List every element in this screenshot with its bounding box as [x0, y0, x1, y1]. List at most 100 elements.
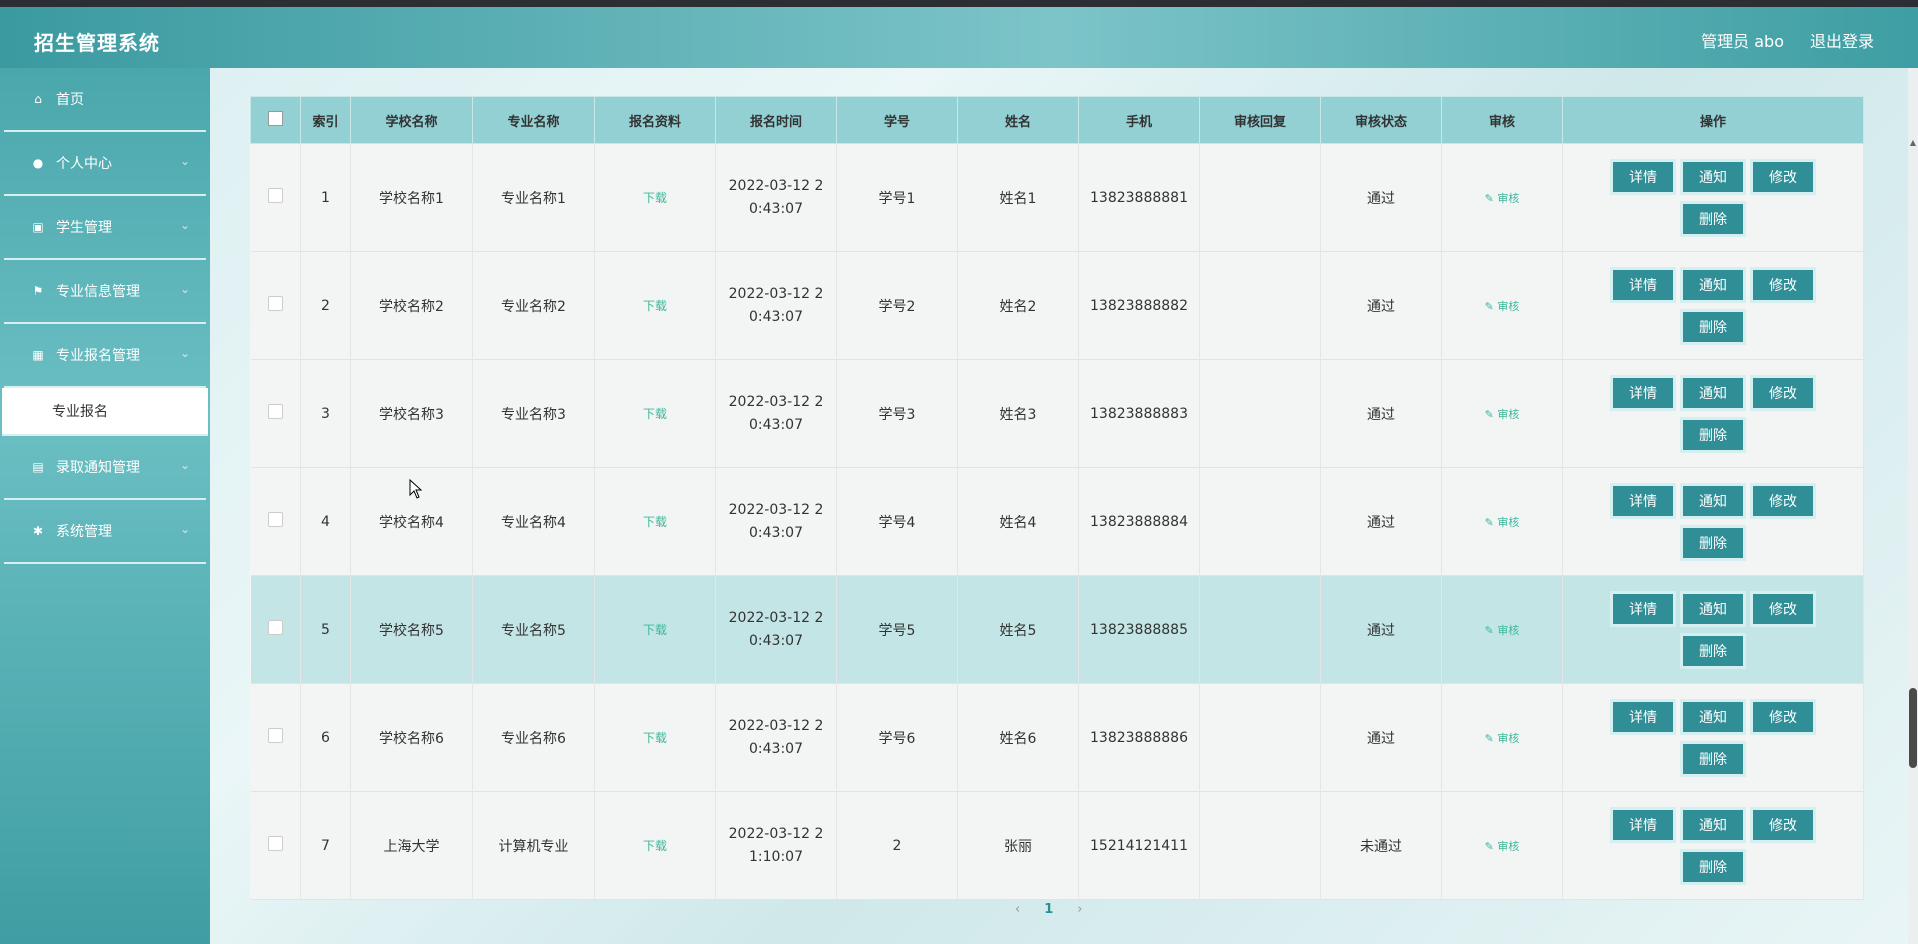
- scroll-up-icon[interactable]: ▲: [1909, 138, 1917, 148]
- student-id-cell: 学号1: [836, 143, 958, 252]
- review-link[interactable]: ✎ 审核: [1485, 408, 1520, 421]
- row-checkbox[interactable]: [267, 728, 283, 743]
- table-row[interactable]: 6 学校名称6 专业名称6 下载 2022-03-12 2 0:43:07 学号6 姓名6 13…: [250, 683, 1864, 792]
- review-link[interactable]: ✎ 审核: [1485, 840, 1520, 853]
- review-link[interactable]: ✎ 审核: [1485, 192, 1520, 205]
- sidebar-item-profile[interactable]: ● 个人中心 ⌄: [4, 132, 206, 196]
- select-all-header: [250, 96, 301, 144]
- time-line-1: 2022-03-12 2: [728, 285, 824, 302]
- edit-button[interactable]: 修改: [1753, 809, 1813, 840]
- page-number[interactable]: 1: [1044, 902, 1053, 917]
- sidebar-item-students[interactable]: ▣ 学生管理 ⌄: [4, 196, 206, 260]
- table-row[interactable]: 2 学校名称2 专业名称2 下载 2022-03-12 2 0:43:07 学号2 姓名2 13…: [250, 251, 1864, 360]
- scrollbar[interactable]: ▲: [1908, 68, 1918, 944]
- sidebar-item-label: 专业报名管理: [56, 348, 140, 364]
- review-link[interactable]: ✎ 审核: [1485, 516, 1520, 529]
- materials-cell: 下载: [594, 143, 716, 252]
- edit-button[interactable]: 修改: [1753, 161, 1813, 192]
- name-cell: 姓名3: [957, 359, 1079, 468]
- notify-button[interactable]: 通知: [1683, 701, 1743, 732]
- phone-cell: 13823888884: [1078, 467, 1200, 576]
- name-cell: 姓名4: [957, 467, 1079, 576]
- notify-button[interactable]: 通知: [1683, 485, 1743, 516]
- reply-cell: [1199, 575, 1321, 684]
- grid-icon: ▦: [32, 348, 44, 362]
- review-link[interactable]: ✎ 审核: [1485, 624, 1520, 637]
- sidebar-item-majors[interactable]: ⚑ 专业信息管理 ⌄: [4, 260, 206, 324]
- download-link[interactable]: 下载: [643, 731, 667, 745]
- download-link[interactable]: 下载: [643, 407, 667, 421]
- sidebar-item-enrollment[interactable]: ▦ 专业报名管理 ⌄: [4, 324, 206, 388]
- sidebar-item-label: 录取通知管理: [56, 460, 140, 476]
- phone-cell: 13823888882: [1078, 251, 1200, 360]
- next-page-button[interactable]: ›: [1077, 902, 1082, 917]
- detail-button[interactable]: 详情: [1613, 269, 1673, 300]
- download-link[interactable]: 下载: [643, 515, 667, 529]
- review-link[interactable]: ✎ 审核: [1485, 732, 1520, 745]
- download-link[interactable]: 下载: [643, 839, 667, 853]
- sidebar-item-label: 个人中心: [56, 156, 112, 172]
- detail-button[interactable]: 详情: [1613, 809, 1673, 840]
- table-row[interactable]: 5 学校名称5 专业名称5 下载 2022-03-12 2 0:43:07 学号5 姓名5 13…: [250, 575, 1864, 684]
- table-row[interactable]: 4 学校名称4 专业名称4 下载 2022-03-12 2 0:43:07 学号4 姓名4 13…: [250, 467, 1864, 576]
- detail-button[interactable]: 详情: [1613, 161, 1673, 192]
- detail-button[interactable]: 详情: [1613, 377, 1673, 408]
- row-checkbox[interactable]: [267, 836, 283, 851]
- row-checkbox[interactable]: [267, 620, 283, 635]
- edit-button[interactable]: 修改: [1753, 485, 1813, 516]
- edit-button[interactable]: 修改: [1753, 269, 1813, 300]
- scrollbar-thumb[interactable]: [1909, 688, 1917, 768]
- user-label: 管理员 abo: [1701, 32, 1784, 51]
- download-link[interactable]: 下载: [643, 191, 667, 205]
- row-checkbox[interactable]: [267, 188, 283, 203]
- logout-link[interactable]: 退出登录: [1810, 28, 1874, 52]
- table-row[interactable]: 7 上海大学 计算机专业 下载 2022-03-12 2 1:10:07 2 张丽 152141…: [250, 791, 1864, 900]
- notify-button[interactable]: 通知: [1683, 593, 1743, 624]
- notify-button[interactable]: 通知: [1683, 377, 1743, 408]
- edit-icon: ✎: [1484, 191, 1498, 205]
- delete-button[interactable]: 删除: [1683, 851, 1743, 882]
- sidebar-item-label: 学生管理: [56, 220, 112, 236]
- sidebar-item-home[interactable]: ⌂ 首页: [4, 68, 206, 132]
- row-checkbox[interactable]: [267, 512, 283, 527]
- row-checkbox[interactable]: [267, 404, 283, 419]
- delete-button[interactable]: 删除: [1683, 635, 1743, 666]
- download-link[interactable]: 下载: [643, 623, 667, 637]
- review-label: 审核: [1497, 839, 1520, 853]
- delete-button[interactable]: 删除: [1683, 743, 1743, 774]
- sidebar-item-admission[interactable]: ▤ 录取通知管理 ⌄: [4, 436, 206, 500]
- notify-button[interactable]: 通知: [1683, 809, 1743, 840]
- school-cell: 上海大学: [350, 791, 473, 900]
- time-line-2: 0:43:07: [749, 632, 803, 649]
- actions-cell: 详情 通知 修改 删除: [1562, 575, 1864, 684]
- time-cell: 2022-03-12 2 0:43:07: [715, 359, 837, 468]
- edit-button[interactable]: 修改: [1753, 701, 1813, 732]
- column-header: 手机: [1078, 96, 1200, 144]
- sidebar-subitem-enrollment[interactable]: 专业报名: [2, 388, 208, 436]
- delete-button[interactable]: 删除: [1683, 527, 1743, 558]
- download-link[interactable]: 下载: [643, 299, 667, 313]
- major-cell: 专业名称3: [472, 359, 595, 468]
- review-label: 审核: [1497, 623, 1520, 637]
- detail-button[interactable]: 详情: [1613, 485, 1673, 516]
- notify-button[interactable]: 通知: [1683, 269, 1743, 300]
- detail-button[interactable]: 详情: [1613, 593, 1673, 624]
- detail-button[interactable]: 详情: [1613, 701, 1673, 732]
- sidebar-item-system[interactable]: ✱ 系统管理 ⌄: [4, 500, 206, 564]
- delete-button[interactable]: 删除: [1683, 419, 1743, 450]
- table-row[interactable]: 3 学校名称3 专业名称3 下载 2022-03-12 2 0:43:07 学号3 姓名3 13…: [250, 359, 1864, 468]
- review-label: 审核: [1497, 191, 1520, 205]
- edit-button[interactable]: 修改: [1753, 377, 1813, 408]
- reply-cell: [1199, 143, 1321, 252]
- review-link[interactable]: ✎ 审核: [1485, 300, 1520, 313]
- row-checkbox[interactable]: [267, 296, 283, 311]
- delete-button[interactable]: 删除: [1683, 311, 1743, 342]
- prev-page-button[interactable]: ‹: [1015, 902, 1020, 917]
- materials-cell: 下载: [594, 791, 716, 900]
- select-all-checkbox[interactable]: [268, 110, 283, 126]
- notify-button[interactable]: 通知: [1683, 161, 1743, 192]
- edit-button[interactable]: 修改: [1753, 593, 1813, 624]
- delete-button[interactable]: 删除: [1683, 203, 1743, 234]
- status-cell: 未通过: [1320, 791, 1442, 900]
- table-row[interactable]: 1 学校名称1 专业名称1 下载 2022-03-12 2 0:43:07 学号1 姓名1 13…: [250, 143, 1864, 252]
